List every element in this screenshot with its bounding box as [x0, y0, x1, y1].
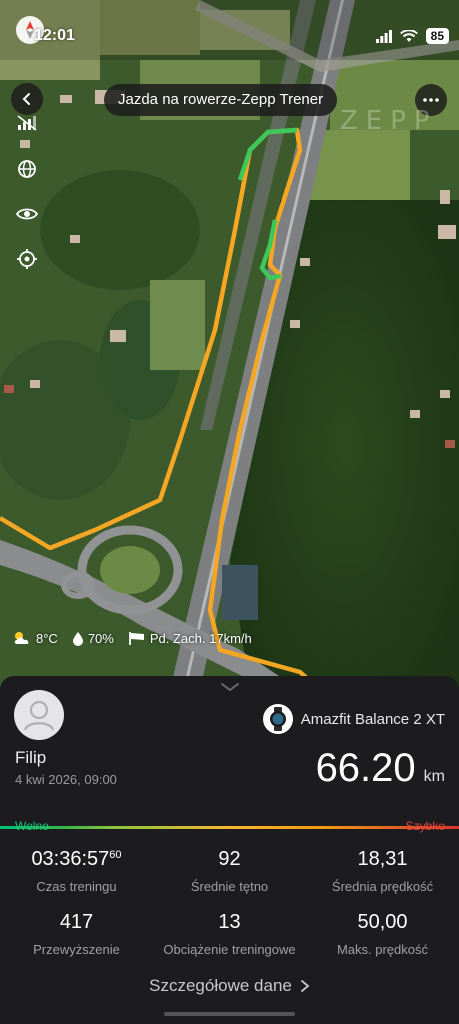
humidity-value: 70%: [87, 630, 114, 646]
map-view[interactable]: 12:01 85 Jazda na rowerze-Zepp Trener ZE…: [0, 0, 459, 690]
stat-elevation-gain: 417 Przewyższenie: [0, 911, 153, 957]
wind-flag-icon: [128, 631, 144, 645]
stat-label: Średnie tętno: [190, 879, 269, 894]
stat-avg-heart-rate: 92 Średnie tętno: [153, 848, 306, 894]
stat-value: 03:36:5760: [31, 848, 122, 870]
stat-value: 417: [59, 911, 94, 933]
workout-date: 4 kwi 2026, 09:00: [15, 772, 117, 787]
humidity-drop-icon: [72, 631, 83, 646]
device-name: Amazfit Balance 2 XT: [300, 710, 445, 728]
distance-unit: km: [423, 768, 445, 785]
humidity-item: 70%: [72, 631, 114, 646]
battery-indicator: 85: [425, 28, 449, 44]
stat-value: 18,31: [357, 848, 408, 870]
no-gps-signal-icon[interactable]: [14, 110, 40, 136]
status-time: 12:01: [34, 27, 75, 44]
chevron-right-icon: [300, 980, 310, 992]
stat-value: 50,00: [357, 911, 408, 933]
signal-icon: [375, 29, 392, 43]
stat-value: 13: [218, 911, 241, 933]
zepp-watermark: ZEPP: [340, 106, 438, 136]
detailed-data-label: Szczegółowe dane: [149, 976, 292, 995]
home-indicator[interactable]: [164, 1012, 295, 1016]
status-bar: 12:01 85: [0, 0, 459, 44]
workout-summary-panel: Amazfit Balance 2 XT Filip 4 kwi 2026, 0…: [0, 676, 459, 1024]
device-info[interactable]: Amazfit Balance 2 XT: [262, 704, 445, 734]
stat-duration: 03:36:5760 Czas treningu: [0, 848, 153, 894]
detailed-data-link[interactable]: Szczegółowe dane: [0, 976, 459, 996]
eye-icon[interactable]: [14, 201, 40, 227]
speed-color-scale: Wolno Szybko: [0, 816, 459, 836]
speed-gradient-bar: [0, 826, 459, 829]
status-icons: 85: [375, 28, 449, 44]
wind-value: Pd. Zach. 17km/h: [149, 630, 252, 646]
wifi-icon: [399, 29, 418, 42]
chevron-down-icon: [221, 683, 239, 692]
partly-cloudy-icon: [14, 632, 29, 644]
stat-label: Obciążenie treningowe: [163, 942, 296, 957]
stat-value-sup: 60: [109, 849, 122, 861]
speed-high-label: Szybko: [405, 819, 445, 833]
weather-info: 8°C 70% Pd. Zach. 17km/h: [12, 630, 266, 646]
chevron-left-icon: [22, 93, 30, 105]
distance-value: 66.20: [315, 746, 416, 790]
stat-label: Czas treningu: [36, 879, 117, 894]
collapse-handle[interactable]: [220, 679, 240, 697]
stat-label: Średnia prędkość: [331, 879, 434, 894]
stat-training-load: 13 Obciążenie treningowe: [153, 911, 306, 957]
stat-value: 92: [218, 848, 241, 870]
activity-title: Jazda na rowerze-Zepp Trener: [104, 84, 338, 116]
globe-icon[interactable]: [14, 156, 40, 182]
speed-low-label: Wolno: [15, 819, 49, 833]
stat-label: Przewyższenie: [33, 942, 120, 957]
temperature-value: 8°C: [36, 630, 58, 646]
watch-icon: [262, 704, 293, 734]
wind-item: Pd. Zach. 17km/h: [128, 631, 252, 646]
temperature-item: 8°C: [12, 630, 58, 646]
avatar[interactable]: [14, 690, 64, 740]
stat-label: Maks. prędkość: [336, 942, 429, 957]
stat-max-speed: 50,00 Maks. prędkość: [306, 911, 459, 957]
user-name: Filip: [15, 748, 47, 767]
more-dots-icon: [423, 98, 439, 102]
user-placeholder-icon: [23, 700, 55, 731]
stat-avg-speed: 18,31 Średnia prędkość: [306, 848, 459, 894]
total-distance: 66.20 km: [316, 746, 445, 791]
locate-icon[interactable]: [14, 246, 40, 272]
